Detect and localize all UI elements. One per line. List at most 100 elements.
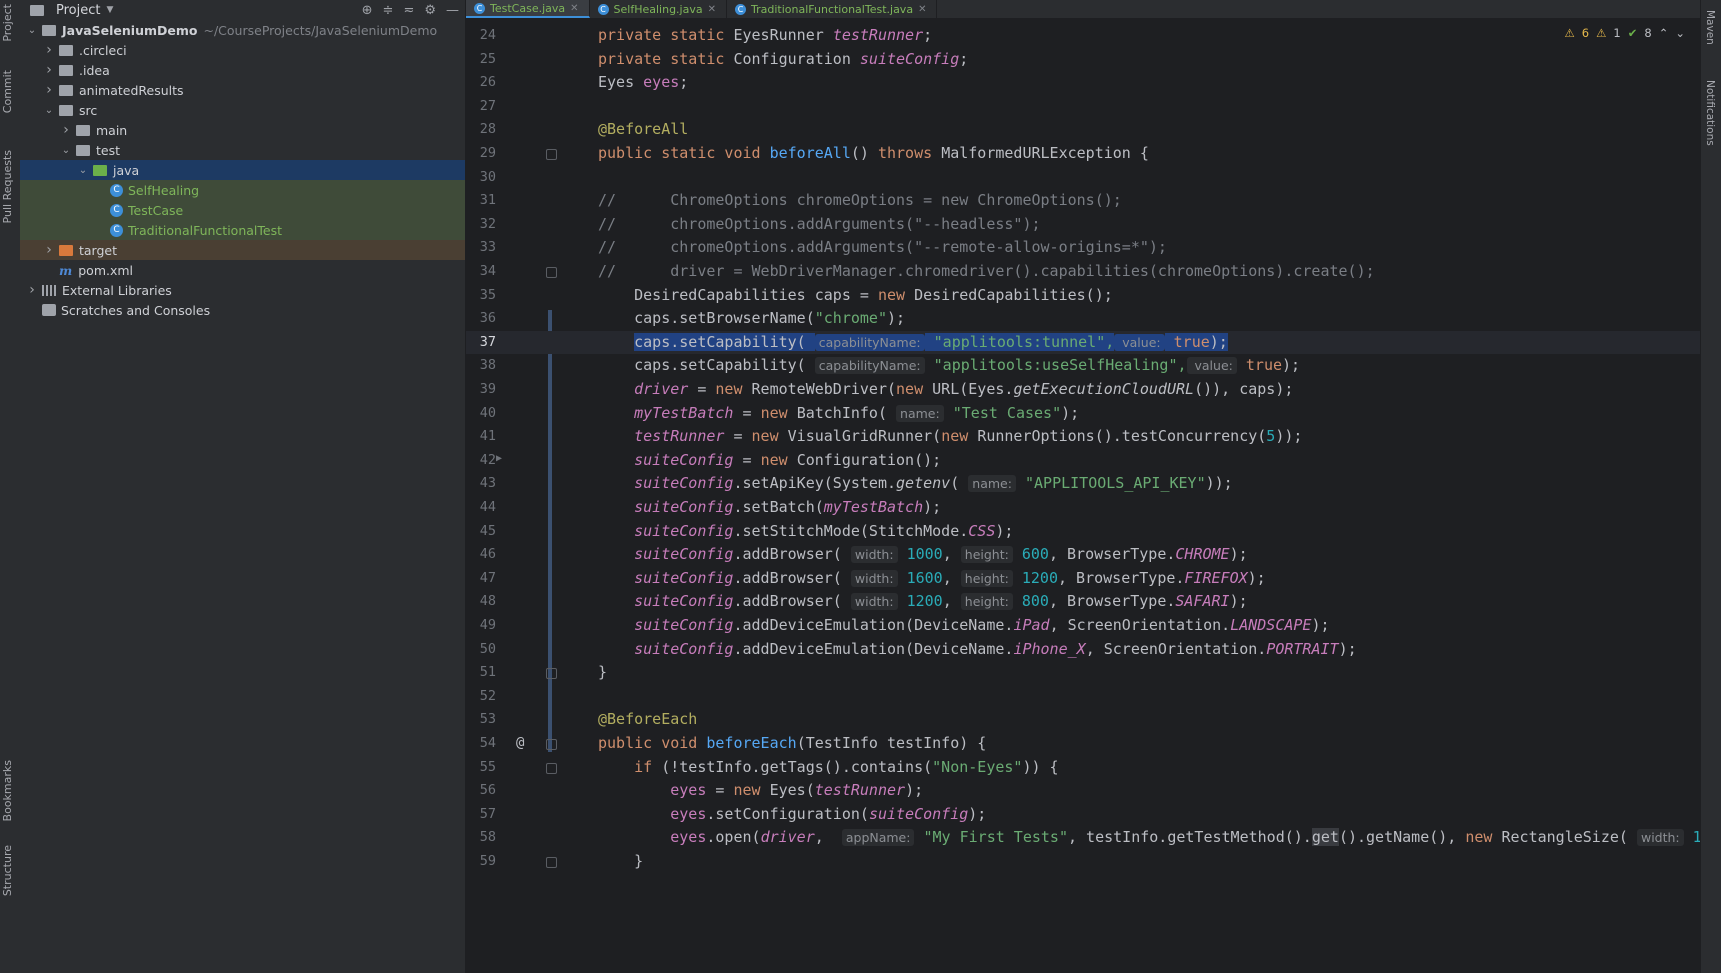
tree-item[interactable]: ⌄ test — [20, 140, 465, 160]
code-line[interactable]: 29 public static void beforeAll() throws … — [466, 142, 1701, 165]
chevron-down-icon[interactable]: ⌄ — [77, 165, 89, 176]
code-line[interactable]: 53 @BeforeEach — [466, 708, 1701, 731]
fold-marker-icon[interactable] — [546, 857, 557, 868]
locate-icon[interactable]: ⊕ — [362, 3, 373, 18]
code-line[interactable]: 41 testRunner = new VisualGridRunner(new… — [466, 425, 1701, 448]
code-line[interactable]: 50 suiteConfig.addDeviceEmulation(Device… — [466, 638, 1701, 661]
tool-window-project[interactable]: Project — [1, 4, 14, 42]
close-icon[interactable]: ✕ — [708, 4, 716, 15]
chevron-right-icon[interactable]: › — [43, 82, 55, 98]
tree-item[interactable]: ⌄ java — [20, 160, 465, 180]
code-line[interactable]: 30 — [466, 166, 1701, 189]
chevron-down-icon[interactable]: ⌄ — [43, 105, 55, 116]
code-line[interactable]: 34 // driver = WebDriverManager.chromedri… — [466, 260, 1701, 283]
close-icon[interactable]: ✕ — [570, 3, 578, 14]
run-gutter-icon[interactable]: ▶ — [496, 453, 502, 464]
code-line[interactable]: 43 suiteConfig.setApiKey(System.getenv( … — [466, 472, 1701, 495]
code-line[interactable]: 33 // chromeOptions.addArguments("--remot… — [466, 236, 1701, 259]
code-line[interactable]: 26 Eyes eyes; — [466, 71, 1701, 94]
scratches-icon — [42, 304, 56, 316]
selected-text: capabilityName: — [814, 333, 925, 351]
chevron-right-icon[interactable]: › — [26, 282, 38, 298]
expand-all-icon[interactable]: ≑ — [383, 3, 394, 18]
chevron-right-icon[interactable]: › — [43, 242, 55, 258]
code-line[interactable]: 54 public void beforeEach(TestInfo testIn… — [466, 732, 1701, 755]
fold-marker-icon[interactable] — [546, 668, 557, 680]
code-line[interactable]: 49 suiteConfig.addDeviceEmulation(Device… — [466, 614, 1701, 637]
tree-item[interactable]: C TestCase — [20, 200, 465, 220]
tool-window-bookmarks[interactable]: Bookmarks — [1, 760, 14, 821]
chevron-right-icon[interactable]: › — [43, 42, 55, 58]
tree-item[interactable]: › .idea — [20, 60, 465, 80]
tree-item[interactable]: m pom.xml — [20, 260, 465, 280]
code-line[interactable]: 40 myTestBatch = new BatchInfo( name: "T… — [466, 402, 1701, 425]
code-line[interactable]: 48 suiteConfig.addBrowser( width: 1200, … — [466, 590, 1701, 613]
code-line[interactable]: 37 caps.setCapability( capabilityName: "… — [466, 330, 1701, 354]
tree-item[interactable]: › target — [20, 240, 465, 260]
collapse-all-icon[interactable]: ≂ — [403, 3, 414, 18]
chevron-down-icon[interactable]: ⌄ — [26, 25, 38, 36]
code-line[interactable]: 57 eyes.setConfiguration(suiteConfig); — [466, 803, 1701, 826]
editor-tab[interactable]: C TraditionalFunctionalTest.java ✕ — [727, 0, 938, 18]
code-line[interactable]: 58 eyes.open(driver, appName: "My First … — [466, 826, 1721, 849]
tree-item[interactable]: C SelfHealing — [20, 180, 465, 200]
code-token: ().getName(), — [1338, 828, 1466, 847]
code-line[interactable]: 47 suiteConfig.addBrowser( width: 1600, … — [466, 567, 1701, 590]
code-line[interactable]: 27 — [466, 95, 1701, 118]
code-line[interactable]: 36 caps.setBrowserName("chrome"); — [466, 307, 1701, 330]
code-line[interactable]: 44 suiteConfig.setBatch(myTestBatch); — [466, 496, 1701, 519]
maven-tab[interactable]: Maven — [1704, 10, 1716, 45]
tree-item[interactable]: › main — [20, 120, 465, 140]
close-icon[interactable]: ✕ — [918, 4, 926, 15]
code-token: = — [688, 380, 716, 398]
code-token: EyesRunner — [733, 26, 833, 44]
code-line[interactable]: 59 } — [466, 850, 1701, 873]
code-line[interactable]: 45 suiteConfig.setStitchMode(StitchMode.… — [466, 520, 1701, 543]
tree-item[interactable]: › External Libraries — [20, 280, 465, 300]
code-line[interactable]: 35 DesiredCapabilities caps = new Desire… — [466, 284, 1701, 307]
notifications-tab[interactable]: Notifications — [1704, 80, 1716, 146]
tree-item[interactable]: ⌄ src — [20, 100, 465, 120]
line-number: 54 — [479, 735, 496, 751]
chevron-right-icon[interactable]: › — [43, 62, 55, 78]
tool-window-commit[interactable]: Commit — [1, 70, 14, 113]
implementation-gutter-icon[interactable]: @ — [516, 735, 524, 751]
chevron-right-icon[interactable]: › — [60, 122, 72, 138]
editor-tab[interactable]: C TestCase.java ✕ — [466, 0, 590, 18]
code-line[interactable]: 52 — [466, 685, 1701, 708]
tree-item[interactable]: Scratches and Consoles — [20, 300, 465, 320]
code-line[interactable]: 46 suiteConfig.addBrowser( width: 1000, … — [466, 543, 1701, 566]
code-line[interactable]: 24 private static EyesRunner testRunner; — [466, 24, 1701, 47]
code-line[interactable]: 38 caps.setCapability( capabilityName: "… — [466, 354, 1701, 377]
chevron-down-icon[interactable]: ▼ — [106, 5, 113, 15]
code-token: , testInfo.getTestMethod(). — [1068, 828, 1312, 847]
tree-item[interactable]: › .circleci — [20, 40, 465, 60]
tree-item[interactable]: › animatedResults — [20, 80, 465, 100]
code-line[interactable]: 28 @BeforeAll — [466, 118, 1701, 141]
code-line[interactable]: 42 suiteConfig = new Configuration(); — [466, 449, 1701, 472]
code-token: CSS — [968, 521, 996, 540]
code-text: DesiredCapabilities caps = new DesiredCa… — [598, 284, 1113, 307]
tree-item[interactable]: C TraditionalFunctionalTest — [20, 220, 465, 240]
project-panel-header[interactable]: Project ▼ ⊕ ≑ ≂ ⚙ — — [20, 0, 465, 20]
fold-marker-icon[interactable] — [546, 762, 557, 774]
code-editor[interactable]: ⚠ 6 ⚠ 1 ✔ 8 ⌃ ⌄ 24 private static EyesRunner… — [466, 18, 1721, 973]
code-line[interactable]: 55 if (!testInfo.getTags().contains("Non… — [466, 756, 1701, 779]
fold-marker-icon[interactable] — [546, 739, 557, 750]
tree-item[interactable]: ⌄ JavaSeleniumDemo ~/CourseProjects/JavaSe… — [20, 20, 465, 40]
tool-window-structure[interactable]: Structure — [1, 845, 14, 896]
editor-tab[interactable]: C SelfHealing.java ✕ — [590, 0, 727, 18]
code-line[interactable]: 39 driver = new RemoteWebDriver(new URL(… — [466, 378, 1701, 401]
fold-marker-icon[interactable] — [546, 267, 557, 278]
gear-icon[interactable]: ⚙ — [424, 3, 436, 18]
hide-icon[interactable]: — — [446, 3, 459, 18]
code-token: .setApiKey(System. — [733, 474, 897, 493]
fold-marker-icon[interactable] — [546, 149, 557, 160]
code-line[interactable]: 51} — [466, 661, 1701, 684]
code-line[interactable]: 31 // ChromeOptions chromeOptions = new C… — [466, 189, 1701, 212]
code-line[interactable]: 56 eyes = new Eyes(testRunner); — [466, 779, 1701, 802]
tool-window-pull-requests[interactable]: Pull Requests — [1, 150, 14, 223]
code-line[interactable]: 32 // chromeOptions.addArguments("--headl… — [466, 213, 1701, 236]
chevron-down-icon[interactable]: ⌄ — [60, 145, 72, 156]
code-line[interactable]: 25 private static Configuration suiteConf… — [466, 48, 1701, 71]
